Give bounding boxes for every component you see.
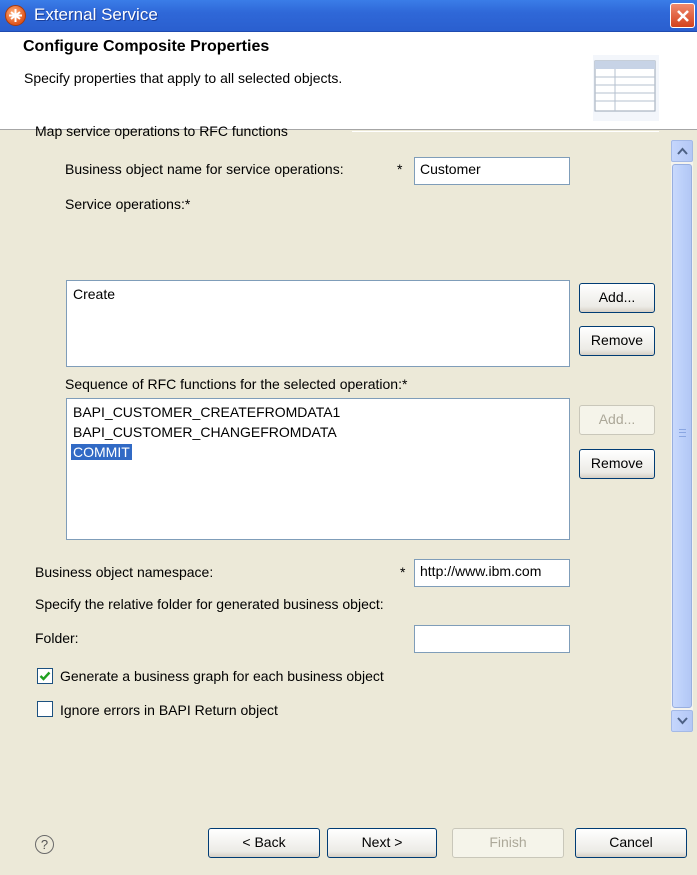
ignore-errors-label: Ignore errors in BAPI Return object: [60, 702, 278, 718]
grip-icon: [679, 429, 686, 437]
next-button[interactable]: Next >: [327, 828, 437, 858]
group-title: Map service operations to RFC functions: [35, 123, 288, 139]
business-graph-checkbox[interactable]: [37, 668, 53, 684]
window-title: External Service: [34, 5, 158, 24]
finish-button[interactable]: Finish: [452, 828, 564, 858]
table-wizard-banner-icon: [593, 55, 659, 121]
folder-hint: Specify the relative folder for generate…: [35, 596, 384, 612]
rfc-sequence-label: Sequence of RFC functions for the select…: [65, 376, 408, 392]
app-icon: [5, 5, 26, 26]
service-operations-list[interactable]: Create: [66, 280, 570, 367]
service-ops-label: Service operations:*: [65, 196, 191, 212]
chevron-up-icon: [677, 147, 688, 155]
namespace-input[interactable]: http://www.ibm.com: [414, 559, 570, 587]
ignore-errors-checkbox[interactable]: [37, 701, 53, 717]
checkmark-icon: [39, 671, 51, 681]
rfc-functions-list[interactable]: BAPI_CUSTOMER_CREATEFROMDATA1 BAPI_CUSTO…: [66, 398, 570, 540]
bo-name-input[interactable]: Customer: [414, 157, 570, 185]
required-marker: *: [400, 564, 406, 580]
cancel-button[interactable]: Cancel: [575, 828, 687, 858]
group-divider: [352, 131, 659, 132]
close-icon: [677, 10, 689, 22]
scroll-down-button[interactable]: [671, 710, 693, 732]
page-description: Specify properties that apply to all sel…: [24, 70, 343, 86]
scroll-up-button[interactable]: [671, 140, 693, 162]
list-item[interactable]: Create: [73, 284, 563, 304]
add-operation-button[interactable]: Add...: [579, 283, 655, 313]
list-item[interactable]: BAPI_CUSTOMER_CHANGEFROMDATA: [73, 422, 563, 442]
remove-rfc-button[interactable]: Remove: [579, 449, 655, 479]
vertical-scrollbar[interactable]: [671, 140, 693, 732]
business-graph-label: Generate a business graph for each busin…: [60, 668, 384, 684]
folder-input[interactable]: [414, 625, 570, 653]
list-item[interactable]: BAPI_CUSTOMER_CREATEFROMDATA1: [73, 402, 563, 422]
title-bar: External Service: [0, 0, 697, 32]
list-item-label: COMMIT: [71, 444, 132, 460]
folder-label: Folder:: [35, 630, 79, 646]
chevron-down-icon: [677, 717, 688, 725]
help-icon[interactable]: ?: [35, 835, 54, 854]
remove-operation-button[interactable]: Remove: [579, 326, 655, 356]
namespace-label: Business object namespace:: [35, 564, 214, 580]
close-button[interactable]: [670, 3, 695, 28]
bo-name-label: Business object name for service operati…: [65, 161, 344, 177]
scroll-thumb[interactable]: [672, 164, 692, 708]
page-title: Configure Composite Properties: [23, 38, 270, 55]
add-rfc-button[interactable]: Add...: [579, 405, 655, 435]
list-item-selected[interactable]: COMMIT: [71, 442, 563, 462]
required-marker: *: [397, 161, 403, 177]
back-button[interactable]: < Back: [208, 828, 320, 858]
